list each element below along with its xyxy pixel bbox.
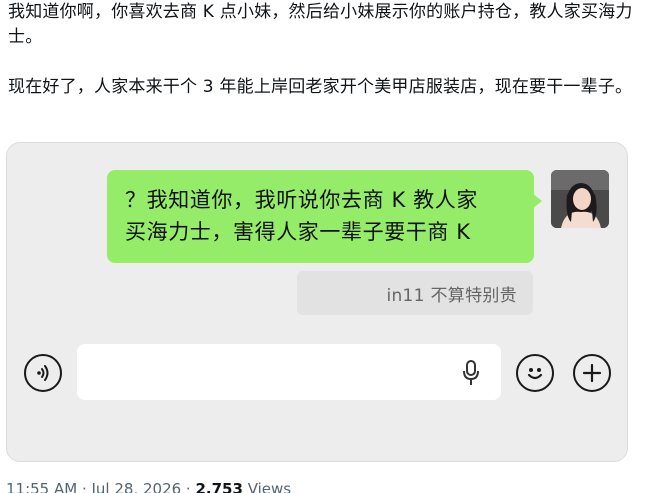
caption-bubble: in11 不算特别贵: [297, 271, 533, 315]
views-label: Views: [242, 480, 292, 493]
avatar-photo-icon: [551, 170, 609, 228]
chat-message-line-2: 买海力士，害得人家一辈子要干商 K: [125, 220, 471, 244]
tweet-page: 我知道你啊，你喜欢去商 K 点小妹，然后给小妹展示你的账户持仓，教人家买海力士。…: [0, 0, 653, 493]
tweet-paragraph-2: 现在好了，人家本来干个 3 年能上岸回老家开个美甲店服装店，现在要干一辈子。: [8, 77, 633, 97]
chat-message-line-1: ？我知道你，我听说你去商 K 教人家: [125, 188, 478, 212]
bubble-tail: [532, 193, 542, 209]
plus-icon[interactable]: [573, 354, 611, 392]
chat-message-bubble: ？我知道你，我听说你去商 K 教人家 买海力士，害得人家一辈子要干商 K: [107, 170, 534, 263]
chat-input-bar: [7, 338, 627, 418]
tweet-metadata: 11:55 AM · Jul 28, 2026 · 2,753 Views: [6, 480, 291, 493]
tweet-timestamp[interactable]: 11:55 AM · Jul 28, 2026 ·: [6, 480, 195, 493]
microphone-icon[interactable]: [461, 359, 481, 387]
message-input[interactable]: [77, 344, 501, 400]
tweet-body: 我知道你啊，你喜欢去商 K 点小妹，然后给小妹展示你的账户持仓，教人家买海力士。…: [8, 0, 638, 100]
tweet-paragraph-1: 我知道你啊，你喜欢去商 K 点小妹，然后给小妹展示你的账户持仓，教人家买海力士。: [8, 2, 633, 47]
avatar[interactable]: [551, 170, 609, 228]
emoji-icon[interactable]: [516, 354, 554, 392]
caption-text: in11 不算特别贵: [386, 286, 517, 306]
views-count: 2,753: [195, 480, 243, 493]
chat-screenshot: ？我知道你，我听说你去商 K 教人家 买海力士，害得人家一辈子要干商 K in1…: [6, 142, 628, 462]
voice-icon[interactable]: [24, 354, 62, 392]
